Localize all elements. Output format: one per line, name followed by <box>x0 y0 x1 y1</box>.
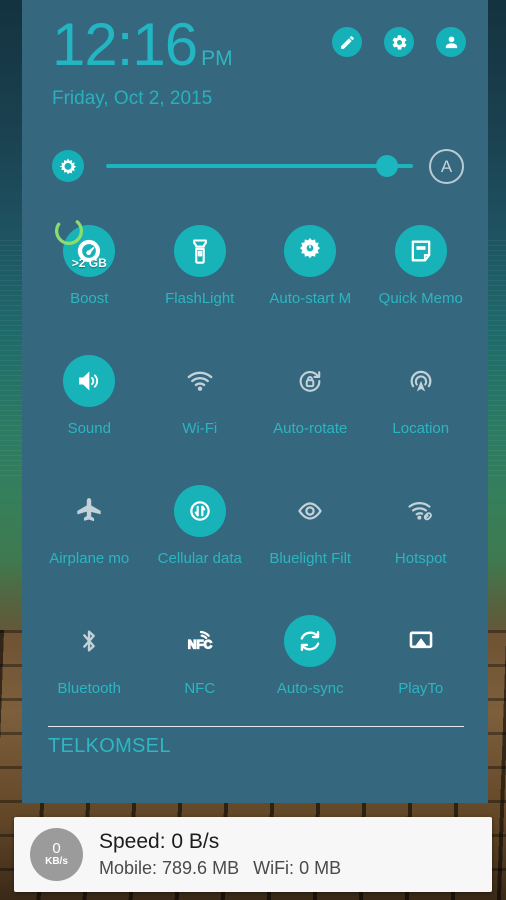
tile-bluetooth[interactable]: Bluetooth <box>34 603 145 720</box>
user-icon <box>445 35 457 48</box>
clock-ampm: PM <box>201 47 233 70</box>
pencil-icon <box>340 35 354 49</box>
tile-icon-wrap <box>395 485 447 537</box>
svg-text:NFC: NFC <box>188 638 213 652</box>
tile-icon-wrap <box>174 355 226 407</box>
tile-playto[interactable]: PlayTo <box>366 603 477 720</box>
flashlight-icon <box>192 239 207 264</box>
quick-settings-panel: 12:16 PM Friday, Oct 2, 2015 A >2 GB Boo… <box>22 0 488 803</box>
tile-location[interactable]: Location <box>366 343 477 460</box>
tile-icon-wrap <box>395 355 447 407</box>
bluetooth-icon <box>83 630 96 652</box>
badge-value: 0 <box>52 840 61 857</box>
tile-icon-wrap <box>284 485 336 537</box>
wifi-usage: WiFi: 0 MB <box>253 858 342 878</box>
autostart-gear-icon <box>300 237 321 259</box>
tile-label: Auto-start M <box>269 290 352 307</box>
tile-icon-wrap <box>173 225 226 277</box>
brightness-toggle[interactable] <box>52 150 84 182</box>
cellular-data-icon <box>190 501 210 521</box>
tile-icon-wrap <box>284 355 336 407</box>
sync-icon <box>300 630 320 652</box>
tile-wi-fi[interactable]: Wi-Fi <box>145 343 256 460</box>
speed-badge: 0 KB/s <box>30 828 83 881</box>
tile-icon-wrap <box>63 355 116 407</box>
profile-button[interactable] <box>436 27 466 57</box>
date-text: Friday, Oct 2, 2015 <box>52 88 213 109</box>
cast-icon <box>409 631 433 649</box>
tile-airplane-mo[interactable]: Airplane mo <box>34 473 145 590</box>
tile-bluelight-filt[interactable]: Bluelight Filt <box>255 473 366 590</box>
tile-label: PlayTo <box>398 680 444 697</box>
tile-label: Sound <box>67 420 111 437</box>
auto-brightness-label: A <box>440 156 453 176</box>
wifi-icon <box>187 371 213 391</box>
tile-label: Hotspot <box>394 550 447 567</box>
tile-cellular-data[interactable]: Cellular data <box>145 473 256 590</box>
tile-icon-wrap <box>284 615 337 667</box>
hotspot-icon <box>408 502 432 521</box>
notification-card[interactable]: 0 KB/s Speed: 0 B/s Mobile: 789.6 MB WiFi… <box>14 817 492 892</box>
airplane-icon <box>77 498 101 522</box>
tile-icon-wrap: >2 GB <box>55 217 116 277</box>
notification-subtitle: Mobile: 789.6 MB WiFi: 0 MB <box>99 856 355 880</box>
tile-icon-wrap <box>394 225 447 277</box>
slider-track <box>106 164 413 168</box>
tile-icon-wrap <box>395 615 447 667</box>
speaker-icon <box>79 371 99 391</box>
slider-knob[interactable] <box>376 155 399 177</box>
tile-icon-wrap <box>63 615 115 667</box>
tile-label: Airplane mo <box>49 550 130 567</box>
notification-text: Speed: 0 B/s Mobile: 789.6 MB WiFi: 0 MB <box>99 829 355 880</box>
rotate-lock-icon <box>299 371 321 392</box>
tiles-grid: >2 GB Boost FlashLight Auto-start M Quick Me… <box>22 213 488 720</box>
tile-label: Bluelight Filt <box>269 550 352 567</box>
tile-icon-wrap: NFC <box>174 615 226 667</box>
brightness-row: A <box>22 143 488 189</box>
notification-title: Speed: 0 B/s <box>99 830 220 853</box>
badge-unit: KB/s <box>45 856 68 867</box>
tile-quick-memo[interactable]: Quick Memo <box>366 213 477 330</box>
tile-icon-wrap <box>63 485 115 537</box>
brightness-slider[interactable] <box>106 150 413 182</box>
tile-nfc[interactable]: NFC NFC <box>145 603 256 720</box>
tile-auto-sync[interactable]: Auto-sync <box>255 603 366 720</box>
carrier-label: TELKOMSEL <box>48 735 171 757</box>
tile-icon-wrap <box>284 225 337 277</box>
tile-sound[interactable]: Sound <box>34 343 145 460</box>
tile-label: Quick Memo <box>378 290 463 307</box>
tile-flashlight[interactable]: FlashLight <box>145 213 256 330</box>
tile-label: NFC <box>184 680 216 697</box>
brightness-icon <box>59 158 77 175</box>
tile-label: Bluetooth <box>57 680 121 697</box>
location-icon <box>410 370 432 392</box>
edit-button[interactable] <box>332 27 362 57</box>
memo-icon <box>411 240 431 262</box>
tile-label: Auto-sync <box>276 680 344 697</box>
eye-icon <box>298 502 323 520</box>
tile-icon-wrap <box>173 485 226 537</box>
panel-header: 12:16 PM Friday, Oct 2, 2015 <box>22 0 488 110</box>
tile-label: Location <box>392 420 450 437</box>
tile-auto-start-m[interactable]: Auto-start M <box>255 213 366 330</box>
tile-label: Cellular data <box>157 550 242 567</box>
tile-boost[interactable]: >2 GB Boost <box>34 213 145 330</box>
tile-auto-rotate[interactable]: Auto-rotate <box>255 343 366 460</box>
auto-brightness-button[interactable]: A <box>429 148 464 184</box>
header-buttons <box>332 27 466 57</box>
settings-button[interactable] <box>384 27 414 57</box>
tile-label: Auto-rotate <box>273 420 348 437</box>
tile-label: Wi-Fi <box>182 420 218 437</box>
tile-hotspot[interactable]: Hotspot <box>366 473 477 590</box>
gear-icon <box>392 34 406 50</box>
nfc-icon: NFC <box>187 630 213 652</box>
tile-label: Boost <box>70 290 109 307</box>
clock-time: 12:16 <box>52 11 198 78</box>
boost-badge-text: >2 GB <box>71 256 107 270</box>
tile-label: FlashLight <box>165 290 235 307</box>
mobile-usage: Mobile: 789.6 MB <box>99 858 240 878</box>
